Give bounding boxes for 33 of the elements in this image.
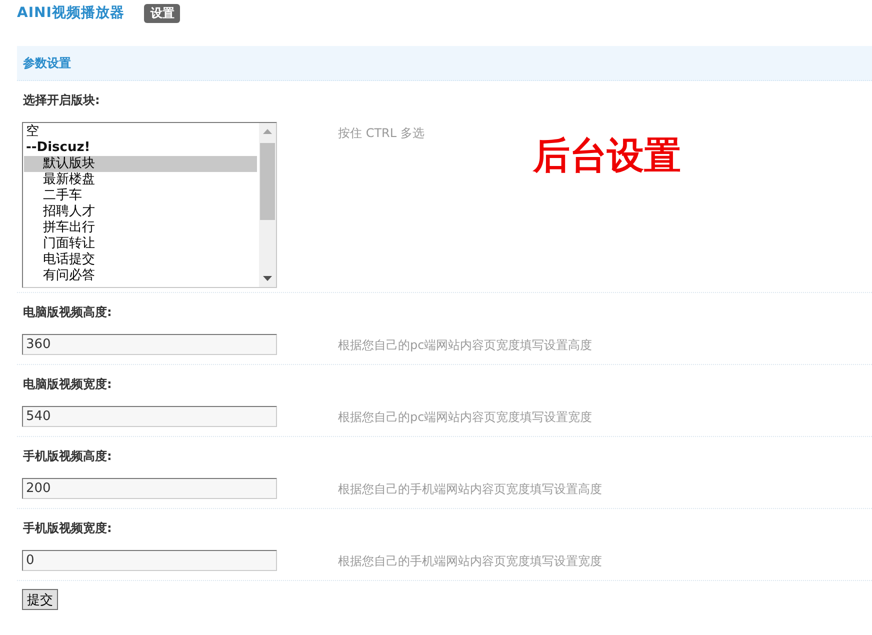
submit-button[interactable]: 提交 — [22, 589, 58, 610]
section-title: 参数设置 — [23, 54, 71, 72]
settings-tab[interactable]: 设置 — [144, 4, 180, 23]
multi-select-list[interactable]: 空 --Discuz! 默认版块 最新楼盘 二手车 招聘人才 拼车出行 门面转让 电话提交 有问必答 — [22, 122, 277, 288]
list-option[interactable]: 二手车 — [24, 188, 257, 204]
list-option[interactable]: 最新楼盘 — [24, 172, 257, 188]
list-option[interactable]: 空 — [24, 124, 257, 140]
hint-text: 根据您自己的pc端网站内容页宽度填写设置高度 — [338, 336, 592, 352]
list-option[interactable]: 有问必答 — [24, 268, 257, 284]
hint-text: 根据您自己的手机端网站内容页宽度填写设置宽度 — [338, 552, 602, 568]
app-title: AINI视频播放器 — [17, 4, 124, 22]
text-input[interactable]: 0 — [22, 550, 277, 571]
list-option[interactable]: 招聘人才 — [24, 204, 257, 220]
up-triangle-icon[interactable] — [263, 129, 272, 134]
field-label: 手机版视频高度: — [22, 448, 113, 465]
list-option[interactable]: 电话提交 — [24, 252, 257, 268]
list-option[interactable]: 拼车出行 — [24, 220, 257, 236]
option-group-label: --Discuz! — [25, 140, 92, 156]
text-input[interactable]: 540 — [22, 406, 277, 427]
hint-text: 按住 CTRL 多选 — [338, 125, 424, 141]
field-label: 电脑版视频高度: — [22, 304, 113, 321]
list-option[interactable]: 默认版块 — [24, 156, 257, 172]
text-input[interactable]: 200 — [22, 478, 277, 499]
field-label: 电脑版视频宽度: — [22, 376, 113, 393]
scrollbar-thumb[interactable] — [260, 143, 275, 220]
annotation-text: 后台设置 — [533, 133, 681, 179]
text-input[interactable]: 360 — [22, 334, 277, 355]
down-triangle-icon[interactable] — [263, 276, 272, 281]
hint-text: 根据您自己的pc端网站内容页宽度填写设置宽度 — [338, 408, 592, 424]
field-label: 手机版视频宽度: — [22, 520, 113, 537]
field-label: 选择开启版块: — [22, 92, 101, 109]
list-option[interactable]: 门面转让 — [24, 236, 257, 252]
hint-text: 根据您自己的手机端网站内容页宽度填写设置高度 — [338, 480, 602, 496]
